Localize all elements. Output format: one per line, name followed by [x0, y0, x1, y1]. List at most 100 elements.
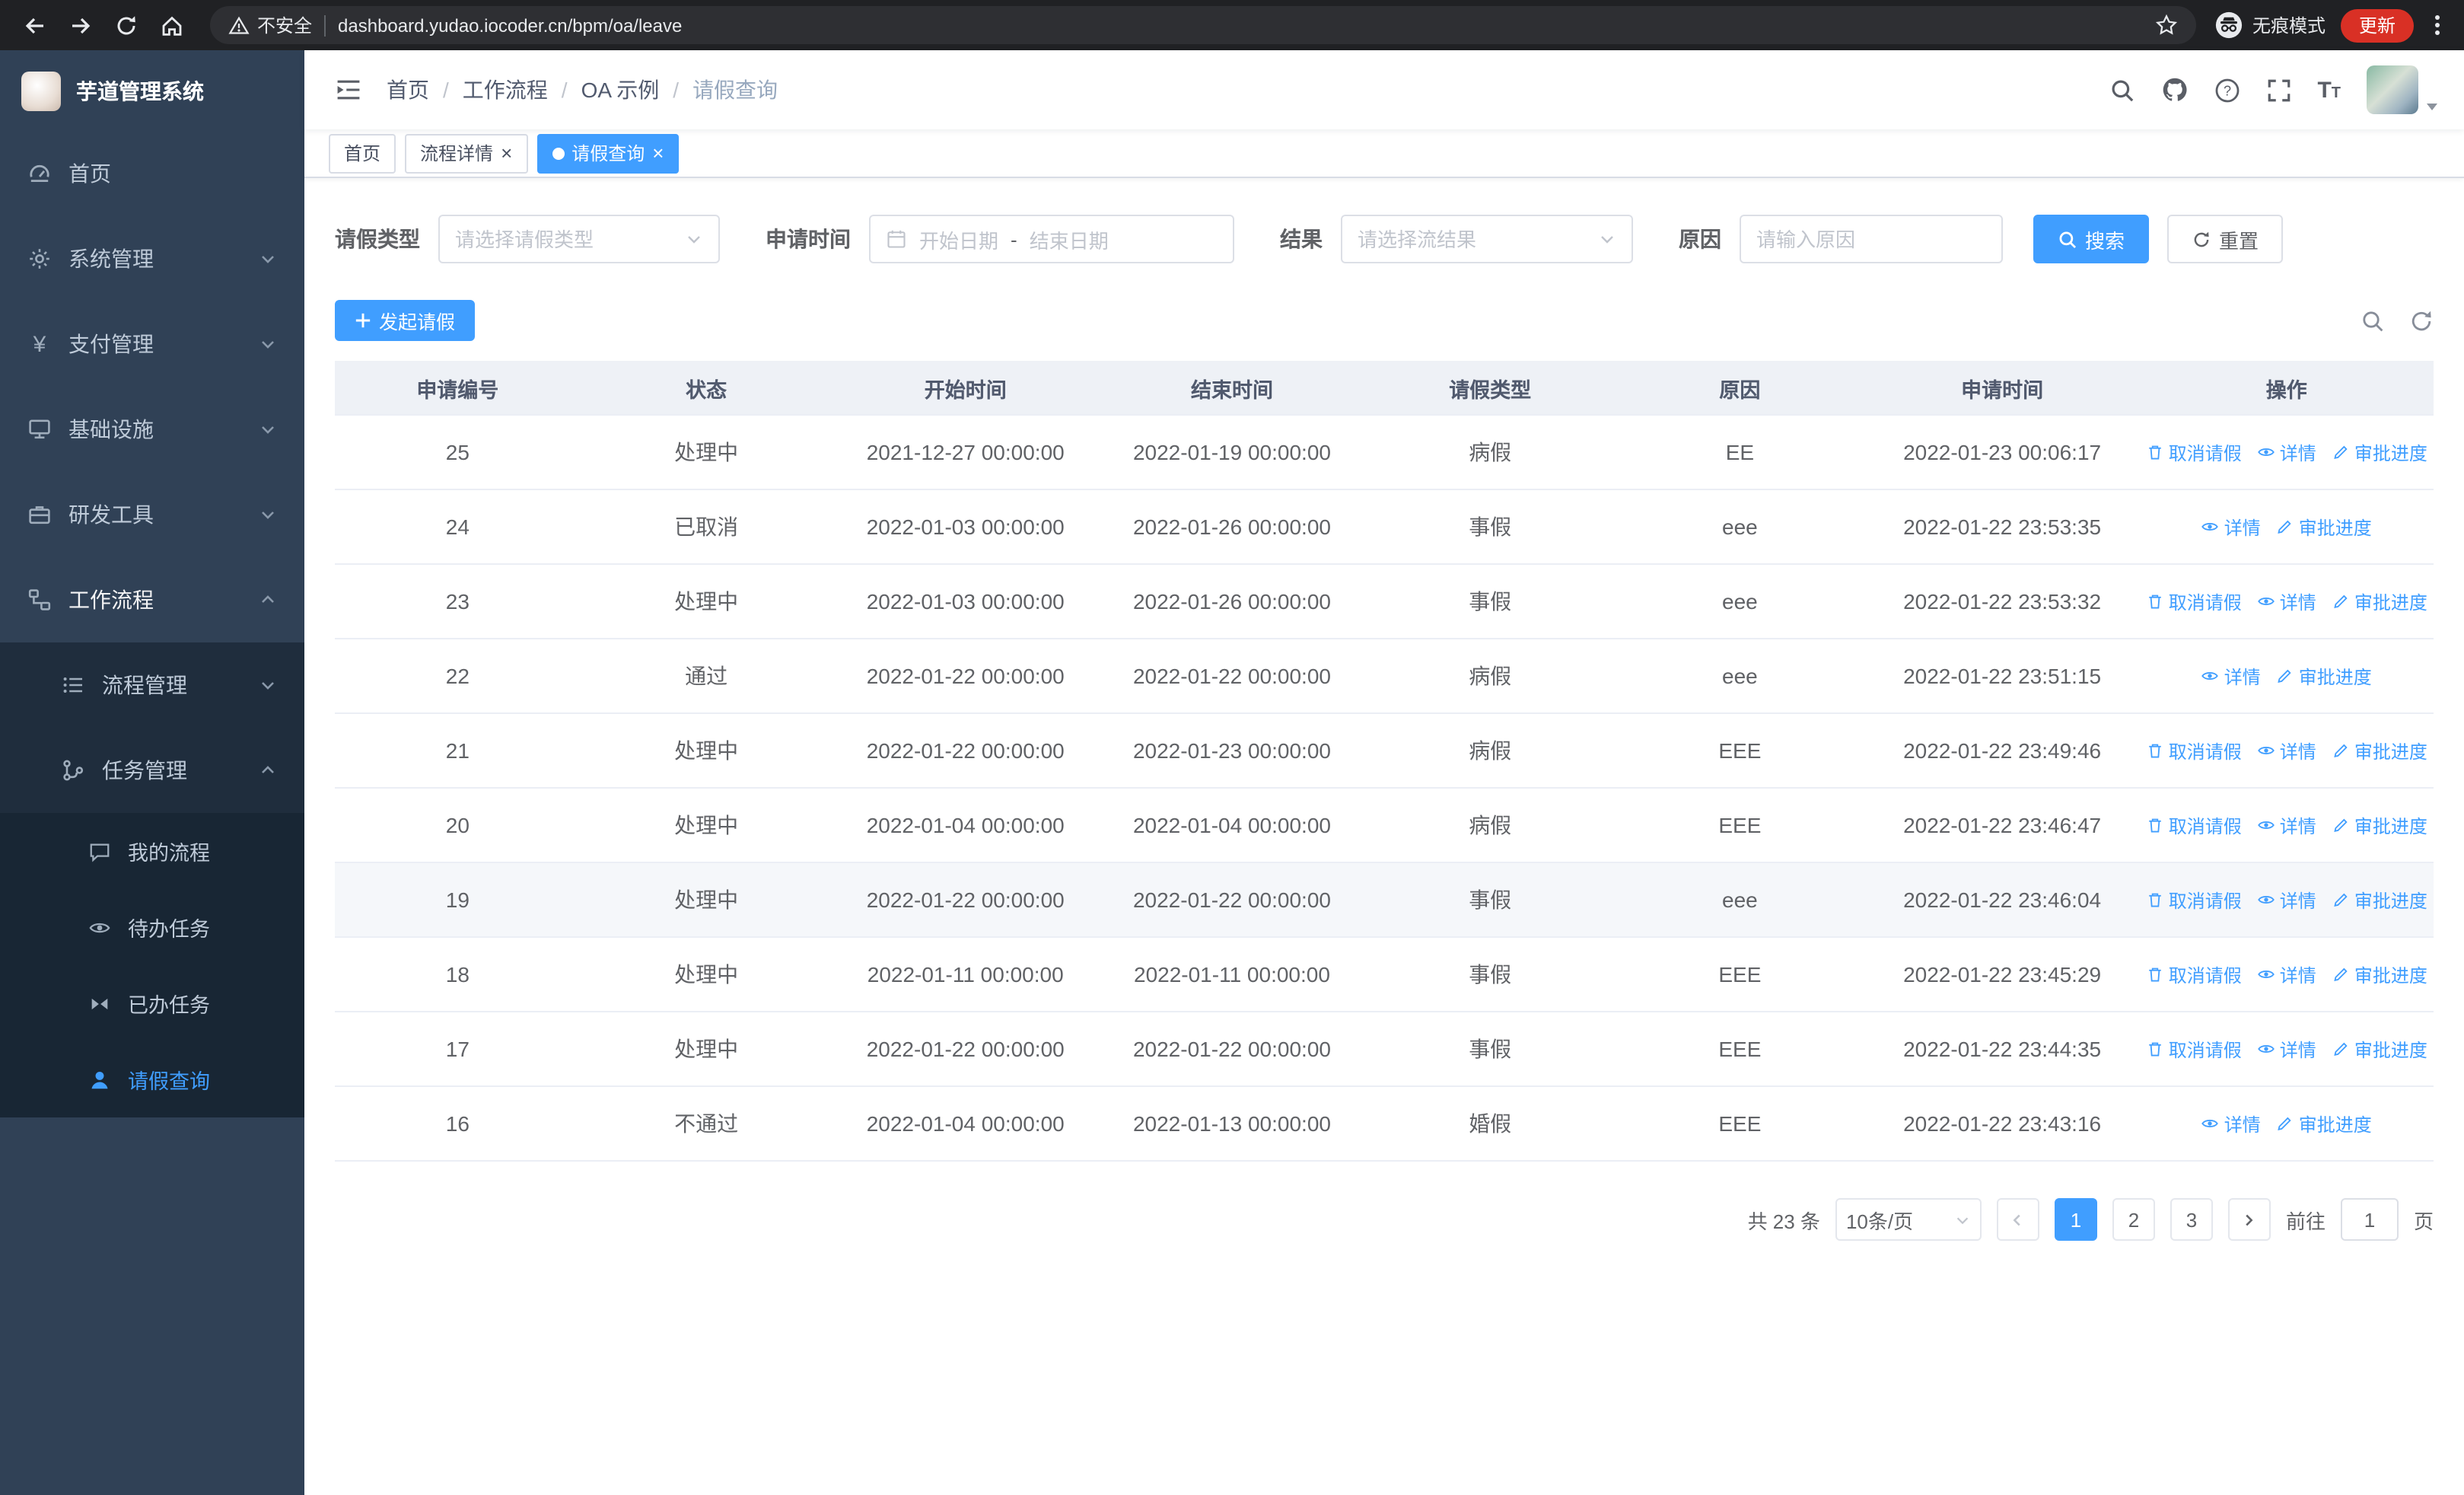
- cancel-leave-link[interactable]: 取消请假: [2146, 961, 2242, 987]
- browser-home-button[interactable]: [152, 5, 192, 45]
- close-icon[interactable]: ×: [652, 143, 664, 163]
- detail-link[interactable]: 详情: [2257, 588, 2316, 614]
- cancel-leave-link[interactable]: 取消请假: [2146, 588, 2242, 614]
- app-logo[interactable]: 芋道管理系统: [0, 50, 304, 131]
- goto-page-input[interactable]: [2340, 1198, 2399, 1241]
- browser-update-button[interactable]: 更新: [2340, 8, 2414, 42]
- page-button-2[interactable]: 2: [2112, 1198, 2155, 1241]
- cell-start-time: 2022-01-03 00:00:00: [866, 515, 1065, 539]
- breadcrumb-workflow[interactable]: 工作流程: [463, 75, 548, 105]
- bookmark-star-icon[interactable]: [2155, 14, 2178, 37]
- site-security-chip[interactable]: 不安全: [228, 12, 312, 38]
- leave-type-select[interactable]: [438, 215, 720, 263]
- tab-home[interactable]: 首页: [329, 133, 396, 173]
- sidebar-item-infra[interactable]: 基础设施: [0, 387, 304, 472]
- cell-reason: EE: [1725, 440, 1755, 464]
- font-size-button[interactable]: TT: [2317, 77, 2341, 103]
- approval-progress-link[interactable]: 审批进度: [2276, 663, 2372, 689]
- cancel-leave-link[interactable]: 取消请假: [2146, 812, 2242, 838]
- leave-type-select-input[interactable]: [455, 228, 685, 250]
- detail-link[interactable]: 详情: [2257, 887, 2316, 913]
- browser-forward-button[interactable]: [61, 5, 100, 45]
- cancel-leave-link[interactable]: 取消请假: [2146, 439, 2242, 465]
- detail-link[interactable]: 详情: [2257, 961, 2316, 987]
- approval-progress-link[interactable]: 审批进度: [2332, 588, 2427, 614]
- detail-link[interactable]: 详情: [2201, 663, 2261, 689]
- approval-progress-link[interactable]: 审批进度: [2332, 1036, 2427, 1062]
- sidebar-collapse-button[interactable]: [329, 70, 368, 110]
- tab-process-detail[interactable]: 流程详情 ×: [405, 133, 528, 173]
- approval-progress-link[interactable]: 审批进度: [2332, 887, 2427, 913]
- sidebar-item-workflow[interactable]: 工作流程: [0, 557, 304, 642]
- sidebar-item-task-management[interactable]: 任务管理: [0, 728, 304, 813]
- sidebar-item-leave-query[interactable]: 请假查询: [0, 1041, 304, 1117]
- help-button[interactable]: ?: [2214, 77, 2240, 103]
- browser-refresh-button[interactable]: [107, 5, 146, 45]
- sidebar-item-payment[interactable]: ¥ 支付管理: [0, 301, 304, 387]
- fullscreen-button[interactable]: [2265, 77, 2291, 103]
- approval-progress-link[interactable]: 审批进度: [2276, 1111, 2372, 1136]
- chevron-down-icon: [1598, 230, 1616, 248]
- result-select-input[interactable]: [1358, 228, 1598, 250]
- sidebar-item-system[interactable]: 系统管理: [0, 216, 304, 301]
- reason-input[interactable]: [1756, 228, 1986, 250]
- plus-icon: [355, 312, 371, 329]
- reset-button[interactable]: 重置: [2167, 215, 2284, 263]
- prev-page-button[interactable]: [1996, 1198, 2039, 1241]
- page-button-1[interactable]: 1: [2054, 1198, 2097, 1241]
- approval-progress-link[interactable]: 审批进度: [2332, 738, 2427, 763]
- approval-progress-link[interactable]: 审批进度: [2276, 514, 2372, 540]
- end-date-placeholder[interactable]: 结束日期: [1030, 225, 1109, 253]
- cancel-leave-link[interactable]: 取消请假: [2146, 1036, 2242, 1062]
- tab-leave-query[interactable]: 请假查询 ×: [536, 133, 680, 173]
- start-date-placeholder[interactable]: 开始日期: [919, 225, 998, 253]
- cancel-leave-link[interactable]: 取消请假: [2146, 887, 2242, 913]
- result-select[interactable]: [1341, 215, 1633, 263]
- detail-link[interactable]: 详情: [2201, 1111, 2261, 1136]
- url-text: dashboard.yudao.iocoder.cn/bpm/oa/leave: [338, 14, 683, 36]
- search-button[interactable]: 搜索: [2033, 215, 2150, 263]
- reason-input-box[interactable]: [1740, 215, 2003, 263]
- page-size-select[interactable]: 10条/页: [1835, 1198, 1982, 1241]
- detail-link[interactable]: 详情: [2257, 1036, 2316, 1062]
- create-leave-button[interactable]: 发起请假: [335, 300, 476, 341]
- apply-time-range-picker[interactable]: 开始日期 - 结束日期: [869, 215, 1234, 263]
- page-button-3[interactable]: 3: [2170, 1198, 2213, 1241]
- address-bar[interactable]: 不安全 dashboard.yudao.iocoder.cn/bpm/oa/le…: [210, 6, 2196, 44]
- user-avatar[interactable]: [2367, 65, 2440, 114]
- approval-progress-link[interactable]: 审批进度: [2332, 439, 2427, 465]
- cell-start-time: 2022-01-03 00:00:00: [866, 589, 1065, 614]
- approval-progress-link[interactable]: 审批进度: [2332, 961, 2427, 987]
- sidebar-item-devtools[interactable]: 研发工具: [0, 472, 304, 557]
- detail-link[interactable]: 详情: [2257, 738, 2316, 763]
- cell-start-time: 2022-01-11 00:00:00: [867, 962, 1064, 987]
- detail-link[interactable]: 详情: [2257, 439, 2316, 465]
- table-toolbar: 发起请假: [335, 300, 2434, 341]
- sidebar-item-my-process[interactable]: 我的流程: [0, 813, 304, 889]
- browser-back-button[interactable]: [15, 5, 55, 45]
- refresh-table-button[interactable]: [2409, 308, 2434, 333]
- breadcrumb-oa-example[interactable]: OA 示例: [581, 75, 660, 105]
- sidebar-item-todo-tasks[interactable]: 待办任务: [0, 889, 304, 965]
- filter-bar: 请假类型 申请时间 开始日期 - 结束日期 结果 原因: [335, 215, 2434, 263]
- sidebar-item-home[interactable]: 首页: [0, 131, 304, 216]
- toggle-search-button[interactable]: [2361, 308, 2385, 333]
- table-row: 25 处理中 2021-12-27 00:00:00 2022-01-19 00…: [335, 416, 2434, 490]
- detail-link[interactable]: 详情: [2201, 514, 2261, 540]
- total-count: 共 23 条: [1747, 1210, 1820, 1232]
- browser-menu-button[interactable]: [2429, 9, 2446, 41]
- detail-link[interactable]: 详情: [2257, 812, 2316, 838]
- cancel-leave-link[interactable]: 取消请假: [2146, 738, 2242, 763]
- cell-apply-time: 2022-01-22 23:53:32: [1903, 589, 2102, 614]
- github-button[interactable]: [2160, 76, 2188, 104]
- table-row: 21 处理中 2022-01-22 00:00:00 2022-01-23 00…: [335, 714, 2434, 789]
- next-page-button[interactable]: [2227, 1198, 2271, 1241]
- task-submenu: 我的流程 待办任务 已办任务 请假查询: [0, 813, 304, 1117]
- sidebar-item-process-management[interactable]: 流程管理: [0, 642, 304, 728]
- breadcrumb-home[interactable]: 首页: [387, 75, 429, 105]
- cell-apply-time: 2022-01-23 00:06:17: [1903, 440, 2102, 464]
- header-search-button[interactable]: [2109, 77, 2135, 103]
- approval-progress-link[interactable]: 审批进度: [2332, 812, 2427, 838]
- close-icon[interactable]: ×: [501, 143, 512, 163]
- sidebar-item-done-tasks[interactable]: 已办任务: [0, 965, 304, 1041]
